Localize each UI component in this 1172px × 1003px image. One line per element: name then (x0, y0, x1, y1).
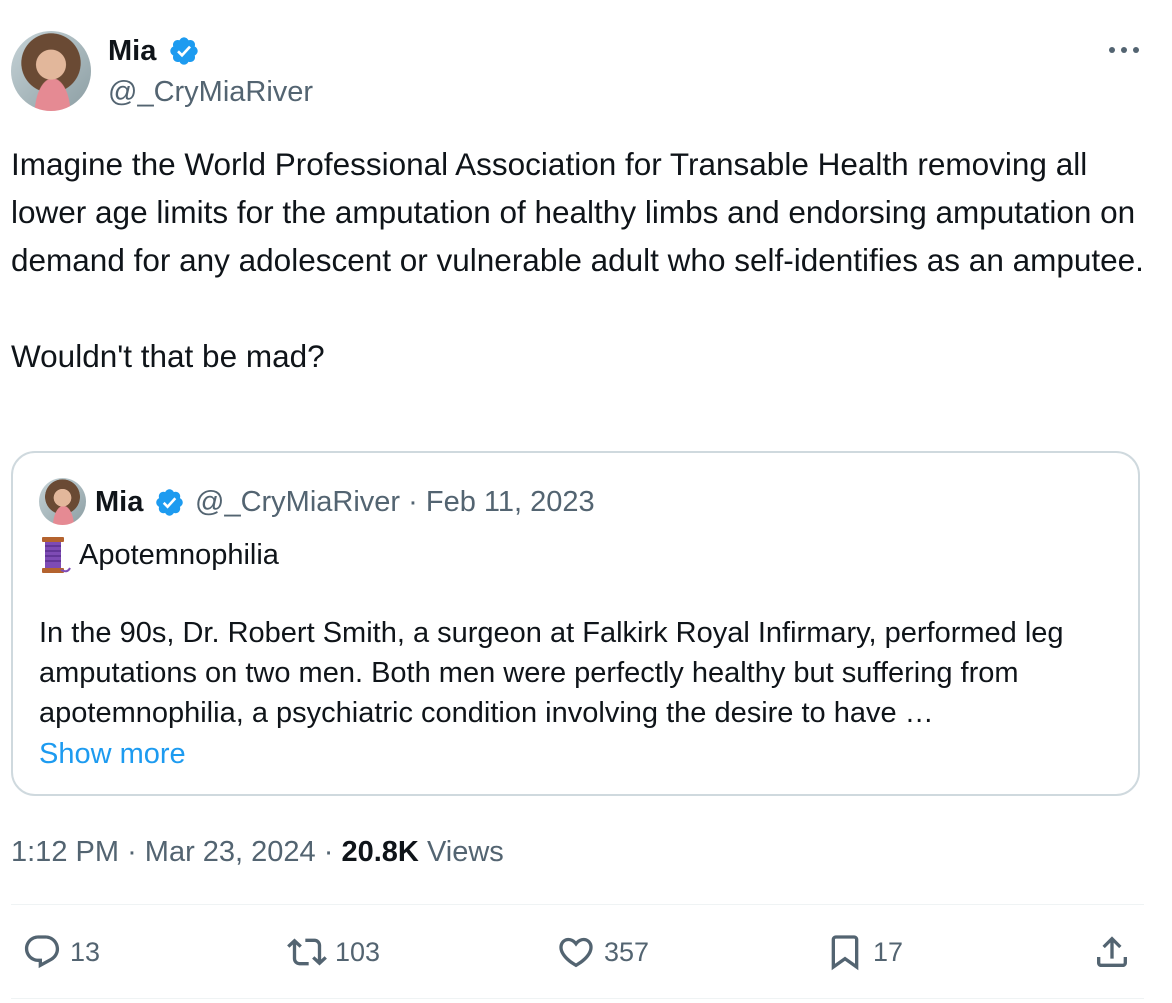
divider (11, 904, 1144, 905)
tweet-meta: 1:12 PM · Mar 23, 2024 · 20.8K Views (11, 834, 504, 870)
spool-emoji-icon (42, 537, 71, 573)
divider (11, 998, 1144, 999)
like-icon (559, 937, 593, 968)
avatar[interactable] (11, 31, 91, 111)
views-label: Views (426, 836, 504, 868)
like-button[interactable]: 357 (556, 930, 649, 974)
author-name[interactable]: Mia (108, 33, 156, 69)
repost-button[interactable]: 103 (287, 930, 380, 974)
separator: · (408, 486, 418, 518)
reply-count: 13 (70, 936, 101, 967)
reply-button[interactable]: 13 (22, 930, 100, 974)
show-more-link[interactable]: Show more (39, 736, 186, 772)
quoted-date: Feb 11, 2023 (425, 486, 595, 518)
author-handle[interactable]: @_CryMiaRiver (108, 74, 313, 110)
verified-badge-icon (156, 489, 183, 516)
separator: · (127, 836, 137, 868)
quoted-avatar[interactable] (39, 478, 86, 525)
bookmark-button[interactable]: 17 (825, 930, 903, 974)
quoted-title: Apotemnophilia (79, 539, 279, 571)
like-count: 357 (604, 936, 650, 967)
repost-icon (287, 938, 327, 966)
more-icon[interactable] (1107, 39, 1141, 61)
bookmark-count: 17 (873, 936, 904, 967)
bookmark-icon (831, 935, 859, 971)
tweet-text: Imagine the World Professional Associati… (11, 146, 1144, 374)
quoted-text: In the 90s, Dr. Robert Smith, a surgeon … (39, 617, 1064, 729)
share-button[interactable] (1092, 930, 1132, 974)
quoted-author-name: Mia (95, 486, 144, 518)
repost-count: 103 (335, 936, 381, 967)
tweet-time[interactable]: 1:12 PM (11, 836, 119, 868)
reply-icon (24, 935, 60, 969)
quoted-author-handle: @_CryMiaRiver (195, 486, 401, 518)
tweet: Mia @_CryMiaRiver Imagine the World Prof… (0, 0, 1172, 1003)
tweet-date[interactable]: Mar 23, 2024 (145, 836, 316, 868)
separator: · (323, 836, 334, 868)
views-count: 20.8K (341, 836, 419, 868)
quoted-meta: @_CryMiaRiver · Feb 11, 2023 (195, 484, 595, 520)
quoted-tweet[interactable]: Mia @_CryMiaRiver · Feb 11, 2023 Apotemn… (11, 451, 1140, 796)
share-icon (1097, 936, 1127, 967)
verified-badge-icon[interactable] (168, 35, 200, 67)
